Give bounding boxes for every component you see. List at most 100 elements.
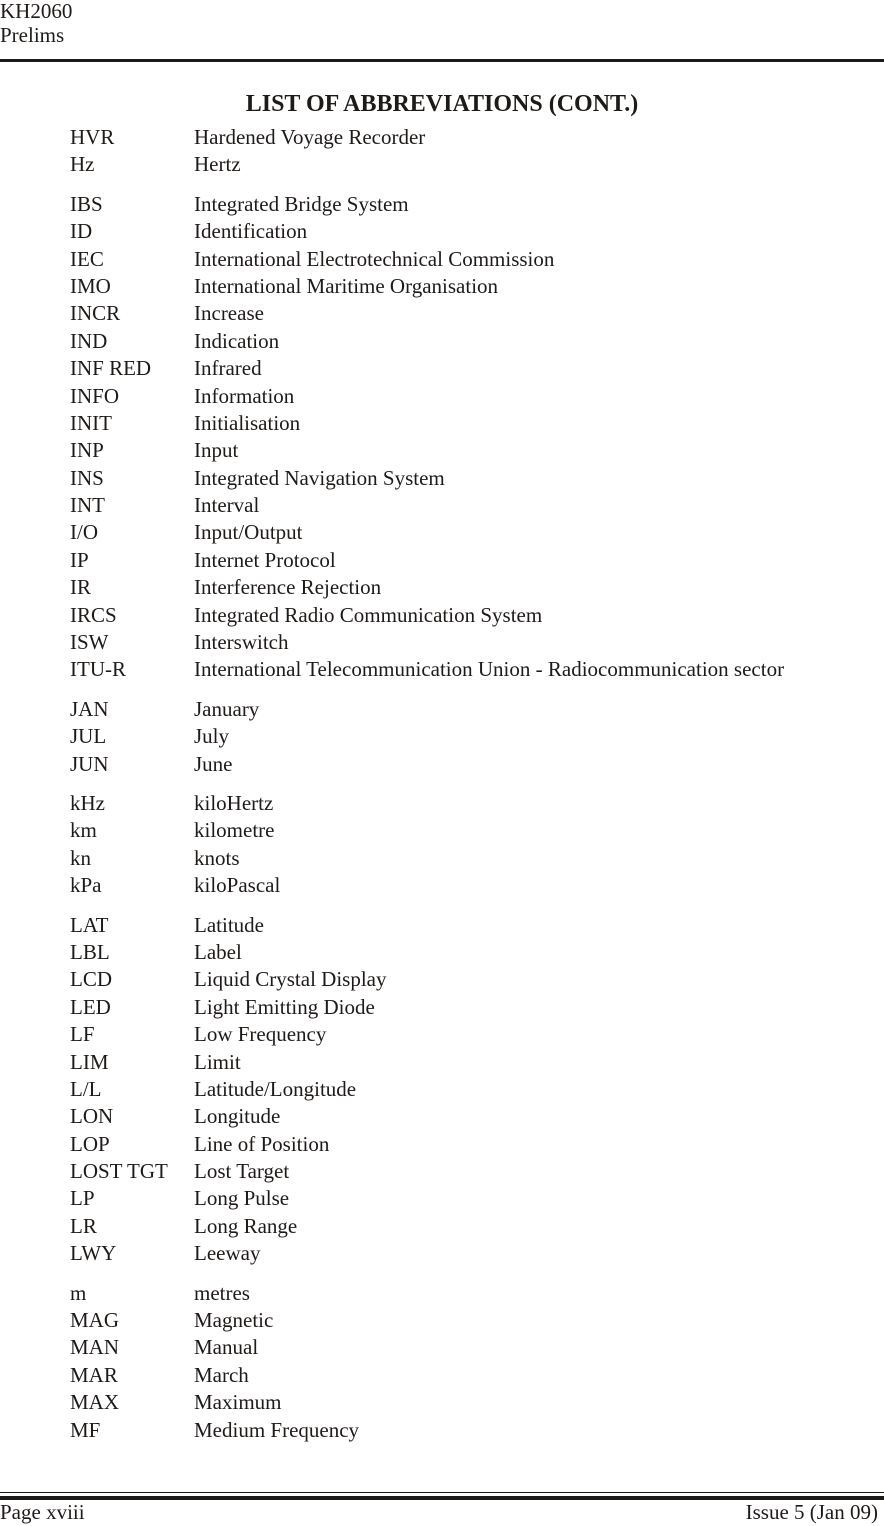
definition: January bbox=[194, 696, 260, 721]
abbreviation: kPa bbox=[70, 873, 102, 898]
list-item: L/L Latitude/Longitude bbox=[70, 1076, 884, 1103]
definition: Information bbox=[194, 383, 295, 408]
group-separator bbox=[70, 1268, 884, 1280]
list-item: MAG Magnetic bbox=[70, 1307, 884, 1334]
abbreviation: IBS bbox=[70, 191, 103, 216]
list-item: INP Input bbox=[70, 437, 884, 464]
definition: Magnetic bbox=[194, 1308, 274, 1333]
list-item: I/O Input/Output bbox=[70, 519, 884, 546]
list-item: LON Longitude bbox=[70, 1103, 884, 1130]
list-item: IND Indication bbox=[70, 328, 884, 355]
definition: Interswitch bbox=[194, 630, 289, 655]
list-item: MAX Maximum bbox=[70, 1389, 884, 1416]
list-item: LBL Label bbox=[70, 939, 884, 966]
definition: Hertz bbox=[194, 152, 241, 177]
abbreviation: I/O bbox=[70, 520, 98, 545]
abbreviation: MAG bbox=[70, 1308, 120, 1333]
abbreviation: LIM bbox=[70, 1049, 109, 1074]
abbreviation: ITU-R bbox=[70, 657, 126, 682]
definition: Line of Position bbox=[194, 1131, 330, 1156]
abbreviation: LON bbox=[70, 1104, 114, 1129]
abbreviation: MAN bbox=[70, 1335, 120, 1360]
definition: Integrated Radio Communication System bbox=[194, 602, 543, 627]
definition: Initialisation bbox=[194, 410, 301, 435]
list-item: kn knots bbox=[70, 845, 884, 872]
header-rule bbox=[0, 59, 884, 62]
abbreviation: km bbox=[70, 818, 97, 843]
list-item: LR Long Range bbox=[70, 1213, 884, 1240]
abbreviation: LBL bbox=[70, 939, 110, 964]
list-item: LP Long Pulse bbox=[70, 1185, 884, 1212]
group-separator bbox=[70, 778, 884, 790]
list-item: LOP Line of Position bbox=[70, 1131, 884, 1158]
abbreviation-group: IBS Integrated Bridge System ID Identificat… bbox=[70, 191, 884, 684]
abbreviation-group: HVR Hardened Voyage Recorder Hz Hertz bbox=[70, 124, 884, 179]
list-item: INCR Increase bbox=[70, 300, 884, 327]
group-separator bbox=[70, 900, 884, 912]
definition: Long Range bbox=[194, 1213, 298, 1238]
list-item: MAN Manual bbox=[70, 1334, 884, 1361]
definition: Input bbox=[194, 438, 239, 463]
definition: Indication bbox=[194, 328, 280, 353]
list-item: ID Identification bbox=[70, 218, 884, 245]
definition: Interval bbox=[194, 493, 260, 518]
abbreviation: JAN bbox=[70, 696, 109, 721]
definition: Low Frequency bbox=[194, 1022, 327, 1047]
definition: International Telecommunication Union - … bbox=[194, 657, 785, 682]
abbreviation: MF bbox=[70, 1417, 101, 1442]
definition: Increase bbox=[194, 301, 264, 326]
list-item: INT Interval bbox=[70, 492, 884, 519]
definition: kiloHertz bbox=[194, 790, 274, 815]
definition: Leeway bbox=[194, 1241, 261, 1266]
abbreviation: INIT bbox=[70, 410, 112, 435]
definition: Interference Rejection bbox=[194, 575, 382, 600]
list-item: IEC International Electrotechnical Commis… bbox=[70, 246, 884, 273]
definition: Manual bbox=[194, 1335, 259, 1360]
abbreviation: LF bbox=[70, 1022, 95, 1047]
list-item: IRCS Integrated Radio Communication Syste… bbox=[70, 602, 884, 629]
abbreviation-list: HVR Hardened Voyage Recorder Hz Hertz IBS Int… bbox=[70, 124, 884, 1444]
list-item: LED Light Emitting Diode bbox=[70, 994, 884, 1021]
list-item: ISW Interswitch bbox=[70, 629, 884, 656]
abbreviation: LOP bbox=[70, 1131, 110, 1156]
list-item: INS Integrated Navigation System bbox=[70, 465, 884, 492]
abbreviation: JUN bbox=[70, 751, 109, 776]
abbreviation: LED bbox=[70, 994, 111, 1019]
definition: Infrared bbox=[194, 356, 262, 381]
definition: June bbox=[194, 751, 233, 776]
abbreviation: L/L bbox=[70, 1076, 102, 1101]
definition: Hardened Voyage Recorder bbox=[194, 125, 426, 149]
definition: Integrated Navigation System bbox=[194, 465, 445, 490]
list-item: ITU-R International Telecommunication Uni… bbox=[70, 656, 884, 683]
definition: Internet Protocol bbox=[194, 547, 336, 572]
definition: kilometre bbox=[194, 818, 275, 843]
list-item: MF Medium Frequency bbox=[70, 1417, 884, 1444]
group-separator bbox=[70, 684, 884, 696]
list-item: km kilometre bbox=[70, 817, 884, 844]
list-item: IBS Integrated Bridge System bbox=[70, 191, 884, 218]
footer-rule-thin bbox=[0, 1492, 884, 1493]
definition: Latitude/Longitude bbox=[194, 1076, 357, 1101]
list-item: m metres bbox=[70, 1280, 884, 1307]
abbreviation-group: m metres MAG Magnetic MAN Manual MAR March MAX Ma… bbox=[70, 1280, 884, 1444]
abbreviation: LWY bbox=[70, 1241, 117, 1266]
list-item: kPa kiloPascal bbox=[70, 872, 884, 899]
definition: Identification bbox=[194, 219, 308, 244]
abbreviation: IND bbox=[70, 328, 108, 353]
abbreviation-group: JAN January JUL July JUN June bbox=[70, 696, 884, 778]
definition: Limit bbox=[194, 1049, 241, 1074]
abbreviation: HVR bbox=[70, 125, 115, 149]
list-item: HVR Hardened Voyage Recorder bbox=[70, 124, 884, 151]
list-item: Hz Hertz bbox=[70, 151, 884, 178]
abbreviation-group: LAT Latitude LBL Label LCD Liquid Crystal Dis… bbox=[70, 912, 884, 1268]
list-item: LCD Liquid Crystal Display bbox=[70, 966, 884, 993]
abbreviation: ISW bbox=[70, 630, 109, 655]
definition: International Maritime Organisation bbox=[194, 273, 499, 298]
abbreviation: IRCS bbox=[70, 602, 117, 627]
group-separator bbox=[70, 179, 884, 191]
list-item: IMO International Maritime Organisation bbox=[70, 273, 884, 300]
list-item: MAR March bbox=[70, 1362, 884, 1389]
abbreviation: LOST TGT bbox=[70, 1159, 168, 1184]
definition: Label bbox=[194, 939, 242, 964]
definition: Longitude bbox=[194, 1104, 281, 1129]
